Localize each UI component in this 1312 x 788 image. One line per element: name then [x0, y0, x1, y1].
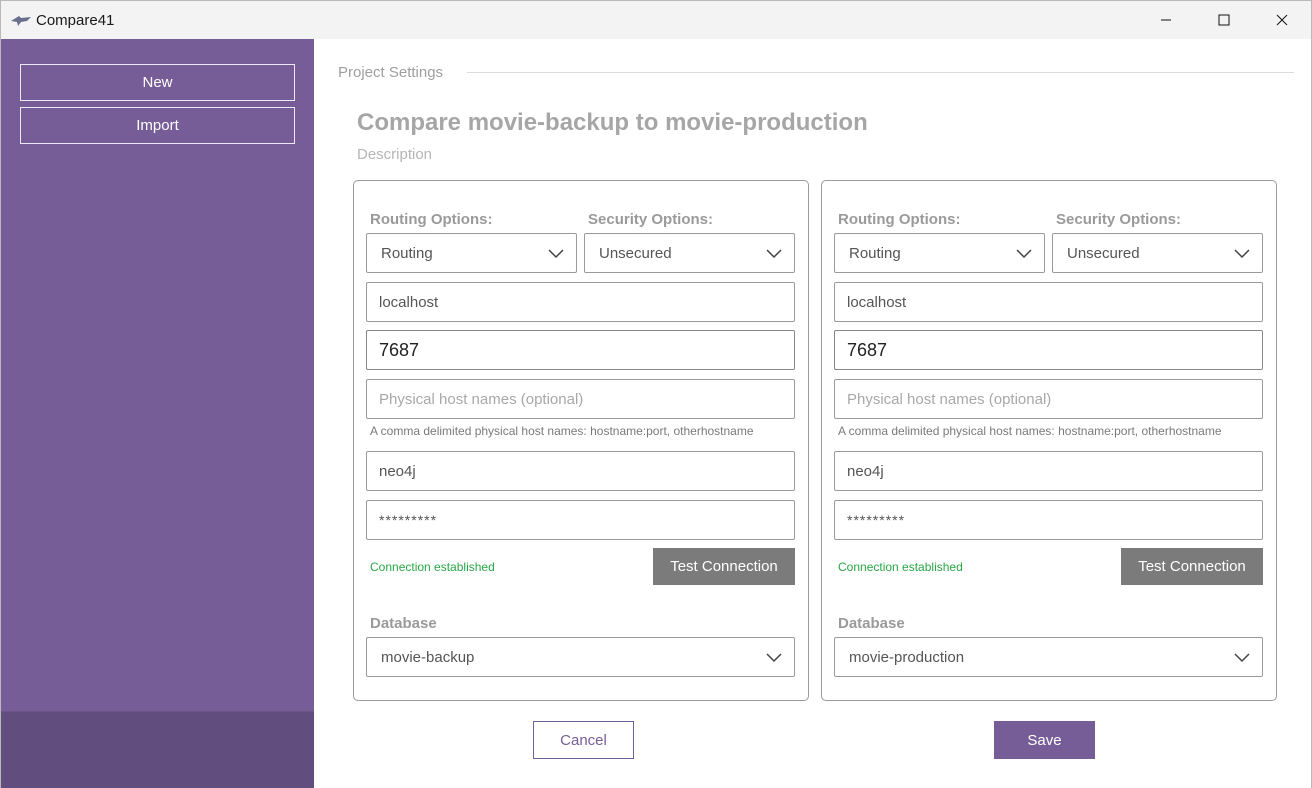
database-label: Database [370, 615, 437, 632]
security-select-value: Unsecured [599, 244, 672, 262]
section-divider [467, 72, 1294, 73]
port-input[interactable]: 7687 [834, 330, 1263, 370]
close-icon [1276, 14, 1288, 26]
physical-hosts-input[interactable]: Physical host names (optional) [834, 379, 1263, 419]
main-content: Project Settings Compare movie-backup to… [314, 39, 1311, 788]
window-title: Compare41 [36, 12, 115, 29]
test-connection-button[interactable]: Test Connection [1121, 548, 1263, 585]
physical-hosts-help: A comma delimited physical host names: h… [838, 424, 1222, 438]
connection-status: Connection established [838, 560, 963, 574]
security-options-label: Security Options: [1056, 211, 1182, 228]
test-connection-button[interactable]: Test Connection [653, 548, 795, 585]
section-label: Project Settings [338, 64, 444, 81]
routing-options-label: Routing Options: [370, 211, 493, 228]
routing-select-value: Routing [849, 244, 901, 262]
maximize-button[interactable] [1195, 1, 1253, 39]
chevron-down-icon [1234, 249, 1250, 259]
chevron-down-icon [766, 653, 782, 663]
target-connection-panel: Routing Options: Security Options: Routi… [821, 180, 1277, 701]
chevron-down-icon [548, 249, 564, 259]
minimize-button[interactable] [1137, 1, 1195, 39]
sidebar: New Import [1, 39, 314, 788]
import-button[interactable]: Import [20, 107, 295, 144]
chevron-down-icon [1016, 249, 1032, 259]
routing-select[interactable]: Routing [366, 233, 577, 273]
routing-options-label: Routing Options: [838, 211, 961, 228]
security-options-label: Security Options: [588, 211, 714, 228]
chevron-down-icon [766, 249, 782, 259]
password-input[interactable]: ********* [834, 500, 1263, 540]
security-select[interactable]: Unsecured [584, 233, 795, 273]
host-input[interactable]: localhost [366, 282, 795, 322]
close-button[interactable] [1253, 1, 1311, 39]
sidebar-footer [1, 711, 314, 788]
routing-select-value: Routing [381, 244, 433, 262]
password-input[interactable]: ********* [366, 500, 795, 540]
cancel-button[interactable]: Cancel [533, 721, 634, 759]
physical-hosts-help: A comma delimited physical host names: h… [370, 424, 754, 438]
database-select[interactable]: movie-production [834, 637, 1263, 677]
connection-status: Connection established [370, 560, 495, 574]
maximize-icon [1218, 14, 1230, 26]
chevron-down-icon [1234, 653, 1250, 663]
new-button[interactable]: New [20, 64, 295, 101]
routing-select[interactable]: Routing [834, 233, 1045, 273]
minimize-icon [1161, 19, 1171, 21]
host-input[interactable]: localhost [834, 282, 1263, 322]
database-label: Database [838, 615, 905, 632]
save-button[interactable]: Save [994, 721, 1095, 759]
database-select-value: movie-production [849, 648, 965, 666]
app-window: Compare41 New Import Project Settings Co… [0, 0, 1312, 788]
security-select[interactable]: Unsecured [1052, 233, 1263, 273]
physical-hosts-input[interactable]: Physical host names (optional) [366, 379, 795, 419]
title-bar[interactable]: Compare41 [1, 1, 1311, 39]
app-logo-icon [11, 16, 31, 26]
project-description[interactable]: Description [357, 146, 432, 163]
source-connection-panel: Routing Options: Security Options: Routi… [353, 180, 809, 701]
username-input[interactable]: neo4j [366, 451, 795, 491]
port-input[interactable]: 7687 [366, 330, 795, 370]
username-input[interactable]: neo4j [834, 451, 1263, 491]
security-select-value: Unsecured [1067, 244, 1140, 262]
database-select-value: movie-backup [381, 648, 475, 666]
project-title[interactable]: Compare movie-backup to movie-production [357, 109, 868, 137]
database-select[interactable]: movie-backup [366, 637, 795, 677]
